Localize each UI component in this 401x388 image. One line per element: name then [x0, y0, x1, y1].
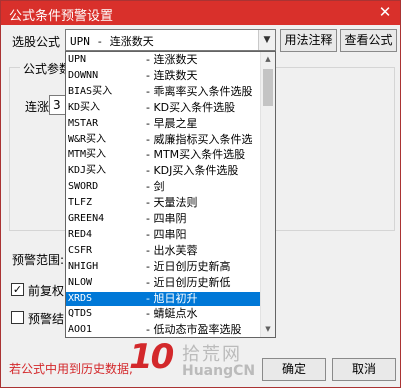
- list-item-code: KD买入: [68, 101, 101, 113]
- list-item-name: - 威廉指标买入条件选: [146, 132, 253, 146]
- list-item[interactable]: UPN - 连涨数天: [66, 53, 261, 67]
- list-item-name: - 近日创历史新低: [146, 275, 231, 289]
- list-item[interactable]: BIAS买入 - 乖离率买入条件选股: [66, 85, 261, 99]
- list-item-name: - 连跌数天: [146, 68, 198, 82]
- alert-result-checkbox-label: 预警结: [28, 312, 65, 326]
- list-item[interactable]: GREEN4 - 四串阴: [66, 212, 261, 226]
- list-item-code: RED4: [68, 228, 93, 240]
- dropdown-scrollbar[interactable]: ▲ ▼: [260, 52, 275, 337]
- formula-select[interactable]: UPN - 连涨数天 ▼: [65, 29, 276, 51]
- view-formula-button[interactable]: 查看公式: [340, 29, 397, 52]
- list-item[interactable]: TLFZ - 天量法则: [66, 196, 261, 210]
- alert-result-checkbox[interactable]: [11, 311, 24, 324]
- list-item[interactable]: MTM买入 - MTM买入条件选股: [66, 148, 261, 162]
- list-item-code: XRDS: [68, 292, 93, 304]
- cancel-button[interactable]: 取消: [332, 358, 396, 381]
- list-item-name: - 低动态市盈率选股: [146, 323, 242, 337]
- list-item-code: TLFZ: [68, 197, 93, 209]
- list-item[interactable]: RED4 - 四串阳: [66, 228, 261, 242]
- list-item[interactable]: CSFR - 出水芙蓉: [66, 244, 261, 258]
- ok-button[interactable]: 确定: [262, 358, 326, 381]
- list-item-name: - KD买入条件选股: [146, 100, 236, 114]
- list-item-name: - 乖离率买入条件选股: [146, 84, 253, 98]
- scroll-down-icon[interactable]: ▼: [261, 322, 275, 337]
- list-item-name: - 蜻蜓点水: [146, 307, 198, 321]
- list-item-name: - 旭日初升: [146, 291, 198, 305]
- list-item-code: SWORD: [68, 181, 99, 193]
- watermark-en: HuangCN: [182, 363, 256, 379]
- list-item-code: QTDS: [68, 308, 93, 320]
- chevron-down-icon[interactable]: ▼: [258, 30, 275, 50]
- list-item-code: KDJ买入: [68, 165, 107, 177]
- warning-text: 若公式中用到历史数据,: [9, 362, 133, 376]
- list-item-code: AOO1: [68, 324, 93, 336]
- list-item[interactable]: DOWNN - 连跌数天: [66, 69, 261, 83]
- list-item-name: - 近日创历史新高: [146, 259, 231, 273]
- usage-notes-button[interactable]: 用法注释: [280, 29, 337, 52]
- list-item-name: - 连涨数天: [146, 53, 198, 66]
- list-item-name: - 出水芙蓉: [146, 243, 198, 257]
- list-item[interactable]: AOO1 - 低动态市盈率选股: [66, 323, 261, 337]
- list-item[interactable]: KD买入 - KD买入条件选股: [66, 101, 261, 115]
- list-item-name: - 四串阳: [146, 227, 187, 241]
- dialog-window: 公式条件预警设置 ✕ 选股公式 UPN - 连涨数天 ▼ 用法注释 查看公式 公…: [0, 0, 401, 388]
- list-item-code: GREEN4: [68, 213, 105, 224]
- watermark-logo: 10: [129, 337, 174, 377]
- list-item-code: DOWNN: [68, 69, 99, 81]
- adjust-checkbox[interactable]: ✓: [11, 283, 24, 296]
- list-item-code: W&R买入: [68, 133, 107, 145]
- list-item-code: UPN: [68, 54, 87, 65]
- list-item-name: - 早晨之星: [146, 116, 198, 130]
- title-bar[interactable]: 公式条件预警设置 ✕: [1, 1, 400, 25]
- list-item[interactable]: W&R买入 - 威廉指标买入条件选: [66, 133, 261, 147]
- list-item-code: NHIGH: [68, 260, 99, 272]
- list-item-name: - 四串阴: [146, 212, 187, 225]
- list-item-name: - MTM买入条件选股: [146, 148, 246, 162]
- scroll-up-icon[interactable]: ▲: [261, 52, 275, 67]
- adjust-checkbox-label: 前复权: [28, 284, 65, 298]
- list-item[interactable]: XRDS - 旭日初升: [66, 291, 261, 306]
- list-item-name: - KDJ买入条件选股: [146, 164, 239, 178]
- list-item[interactable]: MSTAR - 早晨之星: [66, 117, 261, 131]
- list-item-code: MTM买入: [68, 149, 107, 161]
- window-title: 公式条件预警设置: [9, 9, 114, 24]
- list-item[interactable]: NLOW - 近日创历史新低: [66, 276, 261, 290]
- scroll-thumb[interactable]: [263, 69, 273, 106]
- list-item[interactable]: QTDS - 蜻蜓点水: [66, 307, 261, 321]
- range-label: 预警范围:: [12, 253, 65, 267]
- list-item-code: BIAS买入: [68, 85, 113, 97]
- formula-label: 选股公式: [12, 35, 61, 49]
- formula-select-value: UPN - 连涨数天: [70, 35, 154, 48]
- list-item[interactable]: KDJ买入 - KDJ买入条件选股: [66, 164, 261, 178]
- list-item-code: NLOW: [68, 276, 93, 288]
- list-item[interactable]: NHIGH - 近日创历史新高: [66, 260, 261, 274]
- check-icon: ✓: [12, 283, 23, 296]
- param-label: 连涨: [25, 100, 50, 114]
- list-item-code: CSFR: [68, 244, 93, 256]
- list-item[interactable]: SWORD - 剑: [66, 180, 261, 194]
- list-item-name: - 天量法则: [146, 196, 198, 210]
- close-icon[interactable]: ✕: [374, 2, 396, 24]
- formula-dropdown-list[interactable]: UPN - 连涨数天 DOWNN - 连跌数天 BIAS买入 - 乖离率买入条件选股 KD买…: [65, 51, 276, 338]
- list-item-code: MSTAR: [68, 117, 99, 129]
- list-item-name: - 剑: [146, 180, 165, 194]
